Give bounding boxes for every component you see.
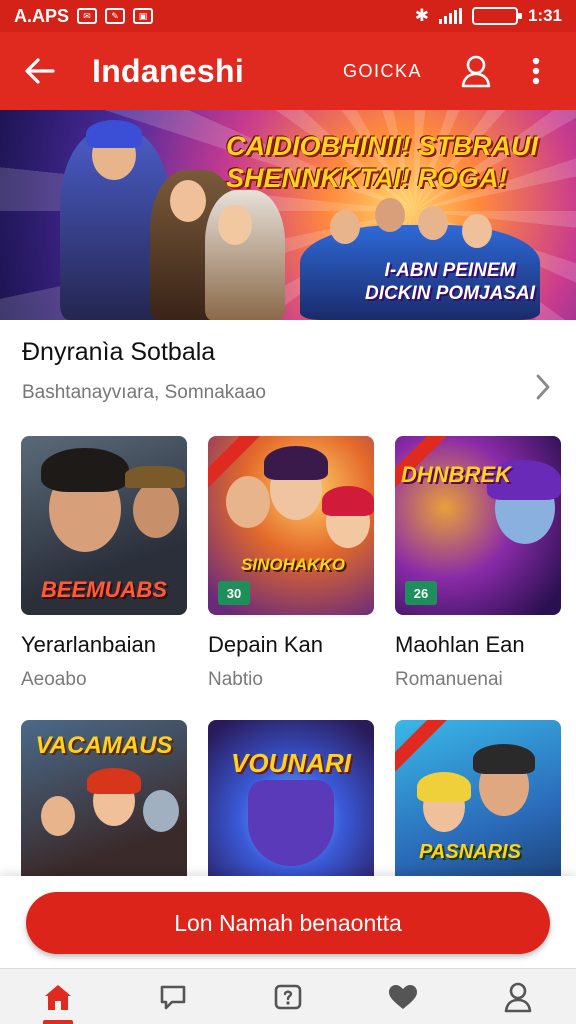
action-link[interactable]: GOICKA — [343, 61, 422, 82]
status-right: ✱ 1:31 — [415, 6, 562, 26]
bottom-nav — [0, 968, 576, 1024]
chevron-right-icon[interactable] — [528, 370, 558, 404]
nav-home[interactable] — [0, 969, 115, 1024]
card-hair — [87, 768, 141, 794]
section-title: Đnyranìa Sotbala — [22, 338, 216, 366]
game-card-thumb[interactable]: VACAMAUS — [21, 720, 187, 899]
game-card-thumb[interactable]: BEEMUABS — [21, 436, 187, 615]
hero-face-3 — [218, 205, 252, 245]
back-arrow-icon[interactable] — [20, 51, 60, 91]
games-icon — [274, 984, 302, 1009]
game-card-thumb[interactable]: VOUNARI — [208, 720, 374, 899]
more-vert-icon[interactable] — [516, 51, 556, 91]
card-art-title: SINOHAKKO — [241, 555, 345, 574]
nav-chat[interactable] — [115, 969, 230, 1024]
profile-icon[interactable] — [456, 51, 496, 91]
card-face — [41, 796, 75, 836]
banner-subtext: I-ABN PEINEM DICKIN POMJASAI — [365, 260, 535, 304]
card-art-title: PASNARIS — [419, 841, 521, 863]
card-art-title: VOUNARI — [231, 748, 351, 778]
edit-icon: ✎ — [105, 8, 126, 24]
bluetooth-icon: ✱ — [414, 6, 429, 25]
card-subtitle: Aeoabo — [21, 669, 87, 690]
card-hat — [125, 466, 185, 488]
game-card-thumb[interactable]: DHNBREK 26 — [395, 436, 561, 615]
notification-icon: ✉ — [77, 8, 98, 24]
status-left: A.APS ✉ ✎ ▣ — [14, 5, 154, 27]
card-badge: 30 — [218, 581, 250, 605]
card-title[interactable]: Maohlan Ean — [395, 632, 525, 658]
card-hair — [322, 486, 374, 516]
banner-heading: CAIDIOBHINII! STBRAUI SHENNKKTAI! ROGA! — [226, 131, 539, 194]
card-face — [226, 476, 270, 528]
game-card-thumb[interactable]: PASNARIS — [395, 720, 561, 899]
home-icon — [44, 984, 71, 1010]
promo-banner[interactable]: CAIDIOBHINII! STBRAUI SHENNKKTAI! ROGA! … — [0, 110, 576, 320]
cta-container: Lon Namah benaontta — [0, 876, 576, 968]
card-art-title: BEEMUABS — [41, 577, 167, 602]
card-title[interactable]: Yerarlanbaian — [21, 632, 156, 658]
section-subtitle: Bashtanayvıara, Somnakaao — [22, 382, 266, 403]
card-subtitle: Nabtio — [208, 669, 263, 690]
app-bar: Indaneshi GOICKA — [0, 32, 576, 110]
card-ribbon — [395, 720, 455, 776]
primary-cta-button[interactable]: Lon Namah benaontta — [26, 892, 550, 954]
status-bar: A.APS ✉ ✎ ▣ ✱ 1:31 — [0, 0, 576, 32]
hero-face-4 — [330, 210, 360, 244]
hero-face-2 — [170, 180, 206, 222]
chat-icon — [160, 985, 186, 1009]
card-badge: 26 — [405, 581, 437, 605]
status-time: 1:31 — [527, 6, 562, 25]
hero-face-7 — [462, 214, 492, 248]
hero-hair-1 — [86, 120, 142, 148]
hero-face-5 — [375, 198, 405, 232]
card-hair — [41, 448, 129, 492]
game-card-thumb[interactable]: SINOHAKKO 30 — [208, 436, 374, 615]
favorites-icon — [389, 984, 418, 1009]
status-carrier-text: A.APS — [14, 5, 70, 26]
nav-account[interactable] — [461, 969, 576, 1024]
card-emblem — [248, 780, 334, 866]
hero-face-6 — [418, 206, 448, 240]
card-art-title: DHNBREK — [401, 462, 511, 487]
card-subtitle: Romanuenai — [395, 669, 503, 690]
card-title[interactable]: Depain Kan — [208, 632, 323, 658]
card-hair — [417, 772, 471, 802]
nav-games[interactable] — [230, 969, 345, 1024]
card-face — [133, 482, 179, 538]
account-icon — [505, 982, 532, 1012]
card-hair — [473, 744, 535, 774]
nav-favorites[interactable] — [346, 969, 461, 1024]
image-icon: ▣ — [133, 8, 154, 24]
battery-icon — [471, 7, 522, 25]
card-art-title: VACAMAUS — [35, 732, 173, 759]
signal-icon — [438, 8, 462, 24]
page-title: Indaneshi — [92, 52, 245, 89]
card-face — [143, 790, 179, 832]
card-hair — [264, 446, 328, 480]
